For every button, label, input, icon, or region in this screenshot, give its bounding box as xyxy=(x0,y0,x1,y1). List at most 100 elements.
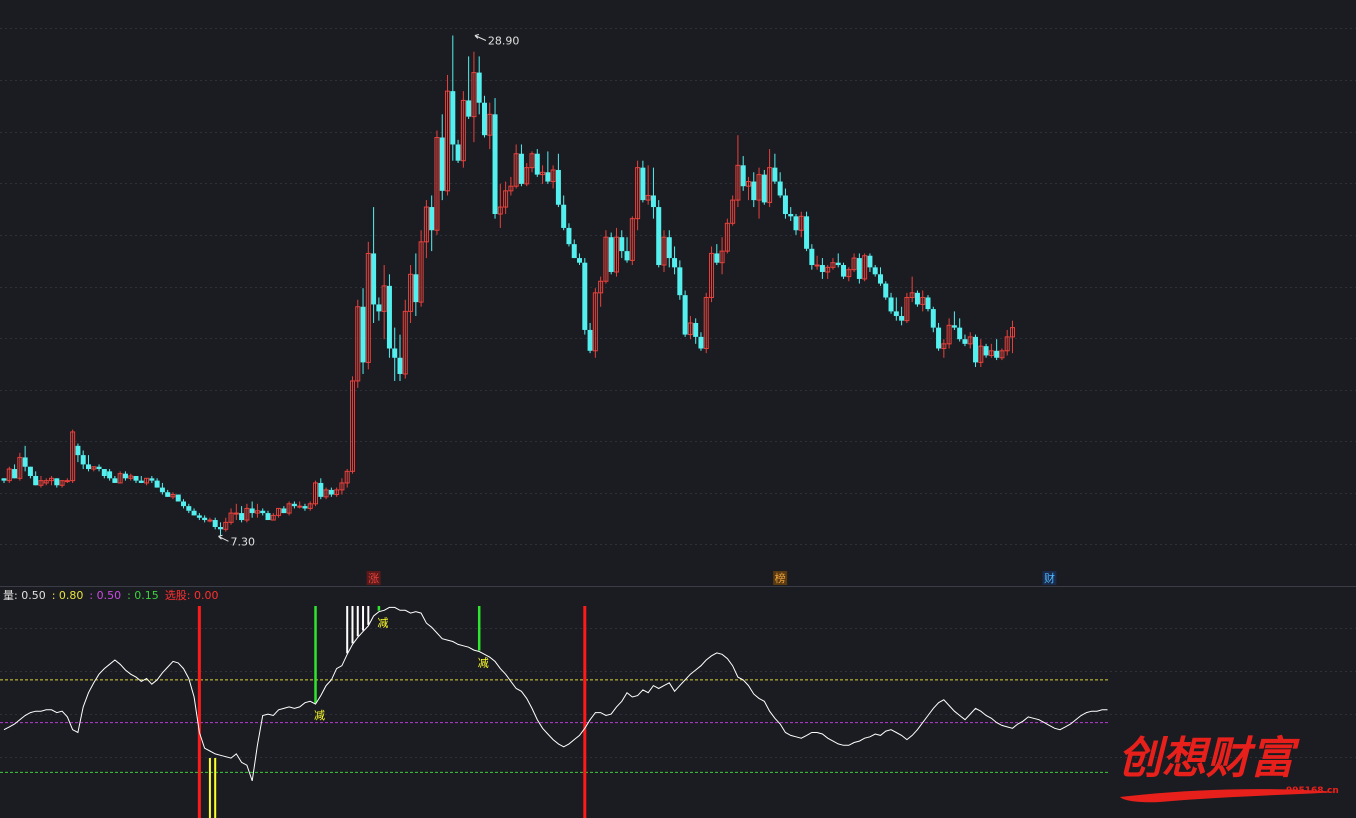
sell-signal-label: 减 xyxy=(314,709,325,722)
candle-body xyxy=(571,244,577,259)
event-marker-label: 榜 xyxy=(775,571,786,585)
candle-body xyxy=(249,508,255,514)
candle-body xyxy=(96,466,102,470)
stock-chart: 28.90 7.30 涨 榜 财 量: 0.50: 0.80: 0.50: 0.15… xyxy=(0,0,1356,818)
candle-body xyxy=(640,167,646,201)
candle-body xyxy=(281,508,287,514)
candle-body xyxy=(930,309,936,328)
candle-body xyxy=(624,251,630,261)
candle-body xyxy=(149,478,155,481)
candle-body xyxy=(682,295,688,335)
candle-body xyxy=(793,216,799,231)
candle-body xyxy=(619,237,625,252)
candle-body xyxy=(328,489,334,495)
candle-body xyxy=(439,137,445,191)
candle-body xyxy=(518,153,524,184)
candle-body xyxy=(196,515,202,518)
candle-body xyxy=(899,316,905,321)
candle-body xyxy=(376,304,382,312)
candle-body xyxy=(809,248,815,266)
candle xyxy=(841,262,847,279)
candle-body xyxy=(577,258,583,263)
candle-body xyxy=(804,216,810,249)
chart-background xyxy=(0,0,1356,818)
candle xyxy=(914,290,920,307)
sell-signal-label: 减 xyxy=(478,656,489,669)
candle xyxy=(386,274,392,358)
candle-body xyxy=(587,329,593,351)
candle-body xyxy=(566,227,572,245)
candle-body xyxy=(371,253,377,305)
candle-body xyxy=(788,214,794,217)
candle-body xyxy=(962,339,968,344)
candle-body xyxy=(392,348,398,358)
candle xyxy=(492,98,498,219)
candle-body xyxy=(772,167,778,182)
candle-body xyxy=(159,487,165,493)
candle-body xyxy=(814,264,820,267)
event-marker-label: 涨 xyxy=(368,572,379,585)
candle-body xyxy=(608,237,614,272)
candle-body xyxy=(751,181,757,201)
candle-body xyxy=(983,346,989,356)
candle-body xyxy=(476,72,482,103)
candle-body xyxy=(994,350,1000,358)
candle-body xyxy=(291,503,297,507)
candle xyxy=(175,494,181,502)
candle-body xyxy=(217,526,223,530)
candle-body xyxy=(936,327,942,349)
candle-body xyxy=(1,478,7,481)
candle-body xyxy=(925,297,931,310)
candle-body xyxy=(297,505,303,508)
candle-body xyxy=(107,471,113,479)
candle xyxy=(608,232,614,275)
candle-body xyxy=(466,100,472,117)
candle-body xyxy=(386,285,392,349)
candle-body xyxy=(872,267,878,275)
high-price-label: 28.90 xyxy=(488,35,520,48)
candle-body xyxy=(101,469,107,476)
candle-body xyxy=(650,195,656,208)
candle-body xyxy=(33,475,39,486)
logo-text: 创想财富 xyxy=(1118,733,1300,784)
candle-body xyxy=(133,475,139,481)
candle-body xyxy=(856,258,862,279)
legend-item: : 0.15 xyxy=(127,589,159,602)
candle xyxy=(582,258,588,335)
candle-body xyxy=(138,480,144,483)
candle-body xyxy=(672,258,678,268)
candle-body xyxy=(656,207,662,266)
candle-body xyxy=(265,513,271,521)
logo-url: 995168.cn xyxy=(1286,786,1339,796)
candle-body xyxy=(534,153,540,175)
legend-item: 量: 0.50 xyxy=(3,589,46,602)
candle-body xyxy=(207,519,213,522)
candle-body xyxy=(545,172,551,182)
legend-item: : 0.80 xyxy=(52,589,84,602)
candle-body xyxy=(154,480,160,488)
candle-body xyxy=(85,464,91,470)
candle-body xyxy=(555,169,561,205)
candle xyxy=(761,169,767,205)
sell-signal-label: 减 xyxy=(377,617,388,630)
candle-body xyxy=(397,357,403,374)
low-price-label: 7.30 xyxy=(230,535,255,548)
candle xyxy=(682,290,688,337)
candle-body xyxy=(914,292,920,305)
candle-body xyxy=(165,492,171,497)
candle-body xyxy=(212,520,218,527)
candle-body xyxy=(191,510,197,516)
candle-body xyxy=(867,255,873,268)
candle-body xyxy=(951,325,957,328)
candle-body xyxy=(561,204,567,228)
candle-body xyxy=(22,457,28,467)
candle-body xyxy=(877,274,883,284)
candle-body xyxy=(714,253,720,263)
candle-body xyxy=(835,262,841,266)
candle-body xyxy=(582,262,588,330)
candle-body xyxy=(318,482,324,497)
candle-body xyxy=(819,265,825,272)
candle-body xyxy=(973,336,979,363)
candle-body xyxy=(740,165,746,187)
candle xyxy=(973,334,979,368)
